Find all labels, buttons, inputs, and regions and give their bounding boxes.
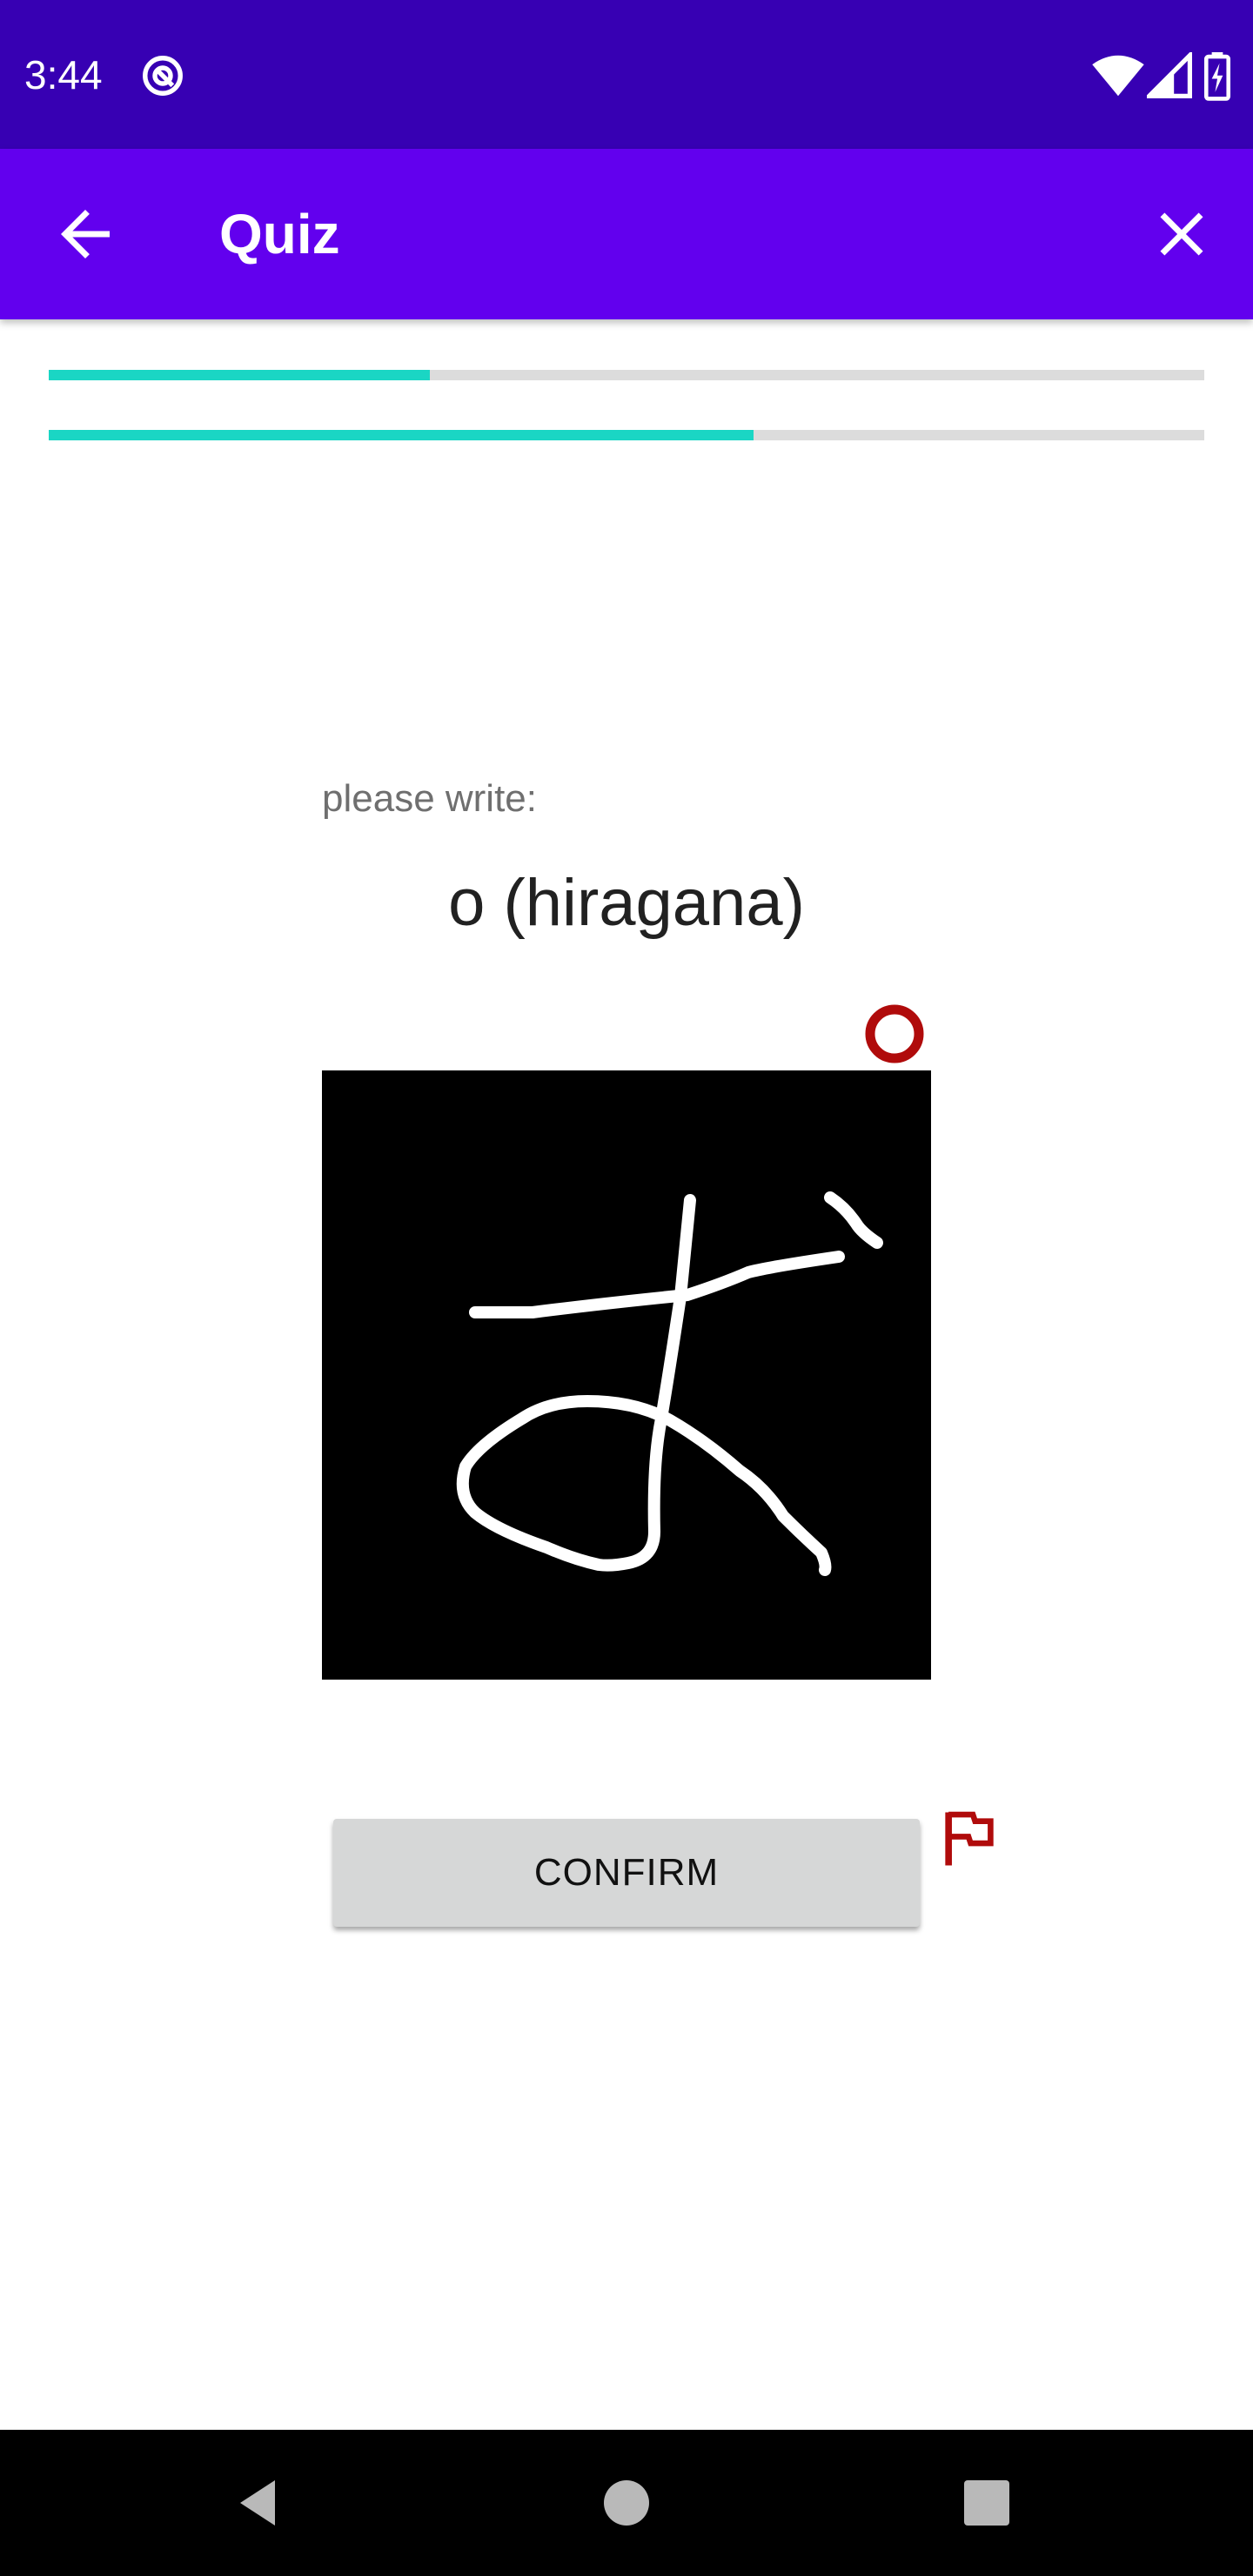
- data-saver-icon: [143, 56, 183, 96]
- arrow-back-icon[interactable]: [49, 198, 122, 271]
- cellular-signal-icon: [1147, 52, 1192, 98]
- progress-bar-1-fill: [49, 370, 431, 380]
- prompt-label: please write:: [322, 777, 538, 820]
- progress-bar-2: [49, 430, 1204, 440]
- home-circle-icon[interactable]: [592, 2468, 661, 2538]
- drawn-stroke: [456, 1194, 832, 1576]
- flag-icon[interactable]: [941, 1810, 995, 1868]
- status-time: 3:44: [24, 52, 103, 97]
- battery-charging-icon: [1203, 52, 1231, 101]
- progress-bar-2-fill: [49, 430, 754, 440]
- page-title: Quiz: [219, 203, 340, 265]
- system-nav-bar: [0, 2430, 1253, 2576]
- prompt-target: o (hiragana): [448, 866, 805, 940]
- progress-bar-1: [49, 370, 1204, 380]
- app-bar: Quiz: [0, 149, 1253, 319]
- recents-square-icon[interactable]: [952, 2468, 1022, 2538]
- close-icon[interactable]: [1145, 198, 1218, 271]
- confirm-button[interactable]: CONFIRM: [333, 1819, 920, 1927]
- drawing-canvas[interactable]: [322, 1070, 931, 1680]
- status-bar: 3:44: [0, 0, 1253, 149]
- back-triangle-icon[interactable]: [226, 2468, 296, 2538]
- wifi-icon: [1092, 55, 1144, 97]
- drawn-stroke: [824, 1191, 883, 1249]
- record-indicator-icon: [865, 1004, 924, 1063]
- drawn-stroke: [469, 1251, 845, 1318]
